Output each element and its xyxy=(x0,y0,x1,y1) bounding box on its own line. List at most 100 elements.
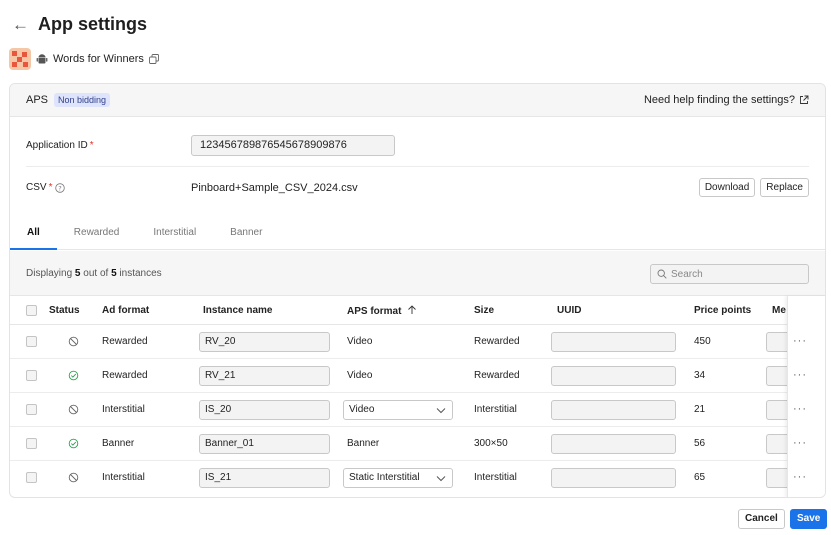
external-link-icon xyxy=(800,95,809,104)
instances-toolbar: Displaying 5 out of 5 instances Search xyxy=(10,251,825,296)
tab-all[interactable]: All xyxy=(10,216,57,250)
help-link[interactable]: Need help finding the settings? xyxy=(644,94,809,106)
aps-settings-card: APS Non bidding Need help finding the se… xyxy=(9,83,826,498)
help-link-label: Need help finding the settings? xyxy=(643,94,795,106)
app-thumbnail xyxy=(9,48,31,70)
inactive-status-icon xyxy=(68,336,79,347)
csv-filename: Pinboard+Sample_CSV_2024.csv xyxy=(191,181,358,194)
me-input[interactable] xyxy=(766,468,788,488)
price-points-cell: 21 xyxy=(694,404,706,415)
application-id-label-text: Application ID xyxy=(26,140,88,151)
column-ad-format: Ad format xyxy=(102,305,150,316)
column-price-points: Price points xyxy=(694,305,752,316)
size-cell: Interstitial xyxy=(474,404,517,415)
app-name: Words for Winners xyxy=(53,53,144,65)
application-id-label: Application ID * xyxy=(26,140,191,151)
instance-name-input[interactable]: IS_21 xyxy=(199,468,330,488)
active-status-icon xyxy=(68,438,79,449)
download-button[interactable]: Download xyxy=(698,178,756,197)
tab-interstitial[interactable]: Interstitial xyxy=(136,216,213,249)
column-size: Size xyxy=(474,305,495,316)
ad-format-cell: Rewarded xyxy=(102,370,148,381)
cancel-button[interactable]: Cancel xyxy=(738,509,785,529)
size-cell: 300×50 xyxy=(474,438,508,449)
search-input[interactable]: Search xyxy=(650,264,809,284)
row-checkbox[interactable] xyxy=(26,472,37,483)
csv-label-text: CSV xyxy=(26,182,47,193)
page-header: ← App settings xyxy=(12,14,147,35)
count-prefix: Displaying xyxy=(26,268,73,279)
me-input[interactable] xyxy=(766,434,788,454)
chevron-down-icon xyxy=(436,408,446,414)
aps-format-select[interactable]: Video xyxy=(343,400,453,420)
csv-row: CSV * ? Pinboard+Sample_CSV_2024.csv Dow… xyxy=(26,178,809,197)
row-checkbox[interactable] xyxy=(26,336,37,347)
instance-name-input[interactable]: RV_21 xyxy=(199,366,330,386)
search-placeholder: Search xyxy=(671,268,703,280)
ad-format-cell: Interstitial xyxy=(102,404,145,415)
table-row: Interstitial IS_20 Video Interstitial 21 xyxy=(10,393,825,427)
application-id-input[interactable]: 12345678987654567890987​6 xyxy=(191,135,395,156)
instances-count: Displaying 5 out of 5 instances xyxy=(26,268,162,279)
uuid-input[interactable] xyxy=(551,366,676,386)
price-points-cell: 56 xyxy=(694,438,706,449)
me-input[interactable] xyxy=(766,332,788,352)
aps-format-cell: Video xyxy=(347,336,373,347)
table-row: Rewarded RV_20 Video Rewarded 450 xyxy=(10,325,825,359)
uuid-input[interactable] xyxy=(551,434,676,454)
tab-banner[interactable]: Banner xyxy=(213,216,279,249)
row-checkbox[interactable] xyxy=(26,404,37,415)
required-marker: * xyxy=(48,182,53,193)
ad-format-cell: Rewarded xyxy=(102,336,148,347)
more-actions-icon[interactable]: ··· xyxy=(793,403,807,415)
column-aps-format[interactable]: APS format xyxy=(347,305,417,317)
size-cell: Rewarded xyxy=(474,336,520,347)
size-cell: Interstitial xyxy=(474,472,517,483)
table-header: Status Ad format Instance name APS forma… xyxy=(10,296,825,325)
search-icon xyxy=(657,269,667,279)
active-status-icon xyxy=(68,370,79,381)
instance-name-input[interactable]: IS_20 xyxy=(199,400,330,420)
more-actions-icon[interactable]: ··· xyxy=(793,471,807,483)
row-checkbox[interactable] xyxy=(26,370,37,381)
column-me: Me xyxy=(772,305,786,316)
aps-format-select-value: Video xyxy=(349,404,375,415)
ad-format-cell: Banner xyxy=(102,438,135,449)
aps-format-cell: Banner xyxy=(347,438,380,449)
save-button[interactable]: Save xyxy=(790,509,828,529)
sort-ascending-icon xyxy=(408,305,417,314)
more-actions-icon[interactable]: ··· xyxy=(793,335,807,347)
aps-format-select[interactable]: Static Interstitial xyxy=(343,468,453,488)
uuid-input[interactable] xyxy=(551,400,676,420)
instance-name-input[interactable]: RV_20 xyxy=(199,332,330,352)
tab-rewarded[interactable]: Rewarded xyxy=(57,216,137,249)
ad-format-cell: Interstitial xyxy=(102,472,145,483)
count-suffix: instances xyxy=(119,268,162,279)
table-row: Rewarded RV_21 Video Rewarded 34 xyxy=(10,359,825,393)
form-divider xyxy=(26,166,809,167)
aps-format-select-value: Static Interstitial xyxy=(349,472,420,483)
back-arrow-icon[interactable]: ← xyxy=(12,15,34,35)
uuid-input[interactable] xyxy=(551,468,676,488)
column-uuid: UUID xyxy=(557,305,582,316)
copy-icon[interactable] xyxy=(148,54,159,64)
more-actions-icon[interactable]: ··· xyxy=(793,437,807,449)
more-actions-icon[interactable]: ··· xyxy=(793,369,807,381)
select-all-checkbox[interactable] xyxy=(26,305,37,316)
app-info: Words for Winners xyxy=(9,48,159,70)
help-circle-icon[interactable]: ? xyxy=(55,182,66,193)
chevron-down-icon xyxy=(436,476,446,482)
count-total: 5 xyxy=(111,268,117,279)
instance-name-input[interactable]: Banner_01 xyxy=(199,434,330,454)
card-header: APS Non bidding Need help finding the se… xyxy=(10,84,825,117)
bidding-badge: Non bidding xyxy=(54,93,111,107)
inactive-status-icon xyxy=(68,404,79,415)
me-input[interactable] xyxy=(766,366,788,386)
uuid-input[interactable] xyxy=(551,332,676,352)
size-cell: Rewarded xyxy=(474,370,520,381)
row-checkbox[interactable] xyxy=(26,438,37,449)
price-points-cell: 65 xyxy=(694,472,706,483)
me-input[interactable] xyxy=(766,400,788,420)
price-points-cell: 450 xyxy=(694,336,711,347)
replace-button[interactable]: Replace xyxy=(760,178,809,197)
